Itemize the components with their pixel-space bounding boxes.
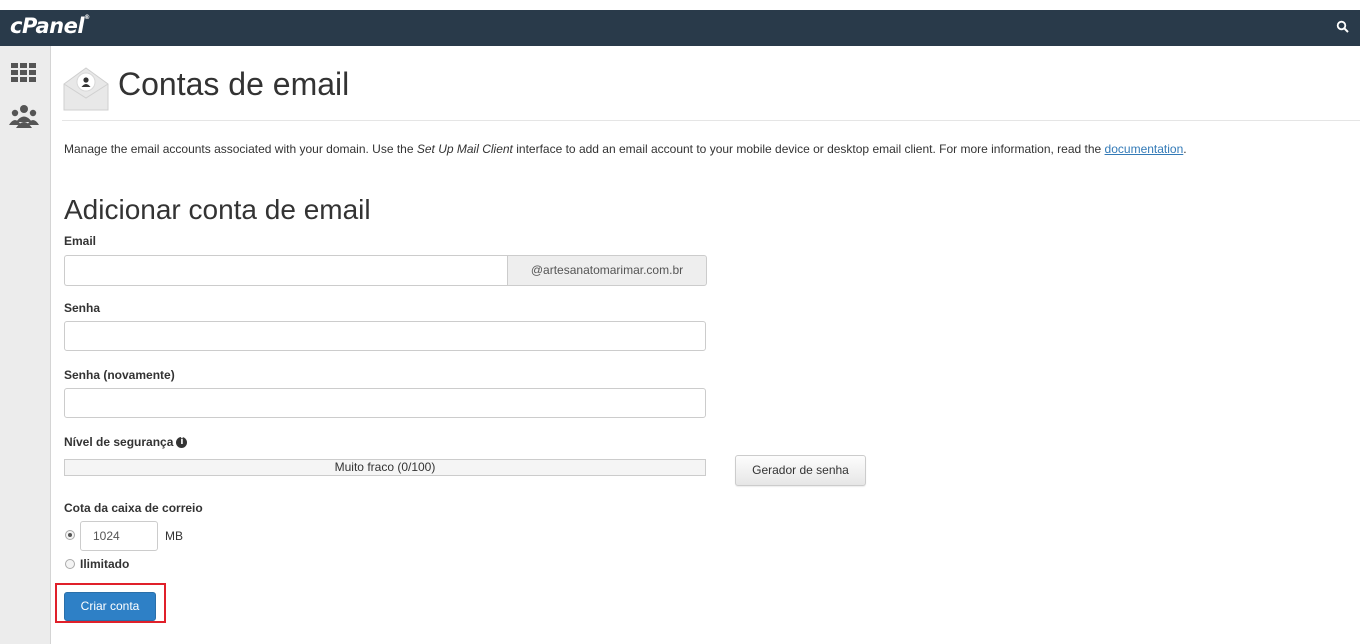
grid-icon[interactable] <box>8 60 40 88</box>
documentation-link[interactable]: documentation <box>1105 142 1184 156</box>
intro-part1: Manage the email accounts associated wit… <box>64 142 417 156</box>
email-field[interactable] <box>64 255 507 286</box>
password-generator-button[interactable]: Gerador de senha <box>735 455 866 486</box>
quota-unlimited-radio[interactable] <box>65 559 75 569</box>
quota-limited-radio[interactable] <box>65 530 75 540</box>
password-field[interactable] <box>64 321 706 351</box>
intro-emphasis: Set Up Mail Client <box>416 142 513 156</box>
users-icon[interactable] <box>8 102 40 130</box>
email-label: Email <box>64 234 97 248</box>
logo-text: cPanel <box>10 14 85 38</box>
domain-suffix: @artesanatomarimar.com.br <box>507 255 707 286</box>
info-icon[interactable]: i <box>176 437 188 449</box>
section-title: Adicionar conta de email <box>64 194 371 225</box>
intro-part2: interface to add an email account to you… <box>512 142 1105 156</box>
strength-text: Muito fraco (0/100) <box>334 460 436 474</box>
strength-label: Nível de segurança <box>64 435 174 449</box>
create-account-button[interactable]: Criar conta <box>64 592 156 621</box>
strength-meter: Muito fraco (0/100) <box>64 459 706 476</box>
password-again-label: Senha (novamente) <box>64 368 175 382</box>
password-again-field[interactable] <box>64 388 706 418</box>
password-label: Senha <box>64 301 101 315</box>
envelope-user-icon <box>63 67 109 111</box>
page-title: Contas de email <box>118 66 350 102</box>
quota-unit: MB <box>165 529 183 543</box>
unlimited-label: Ilimitado <box>80 557 130 571</box>
quota-input[interactable]: 1024 <box>80 521 158 551</box>
divider <box>62 120 1360 121</box>
top-bar: cPanel® <box>0 10 1360 46</box>
quota-label: Cota da caixa de correio <box>64 501 203 515</box>
intro-text: Manage the email accounts associated wit… <box>64 142 1187 156</box>
cpanel-logo[interactable]: cPanel® <box>10 14 90 38</box>
search-icon[interactable] <box>1336 20 1350 34</box>
strength-label-row: Nível de segurança i <box>64 435 188 449</box>
intro-part3: . <box>1183 142 1187 156</box>
logo-mark: ® <box>84 14 90 21</box>
sidebar <box>0 46 51 644</box>
